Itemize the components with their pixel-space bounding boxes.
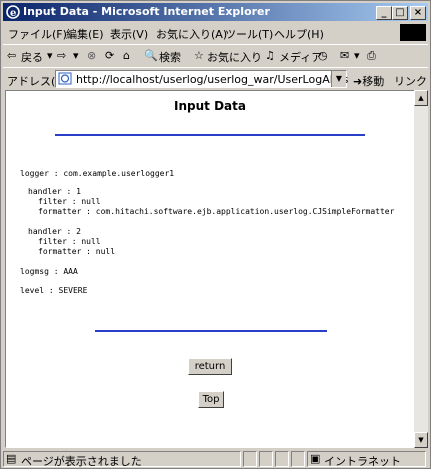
handler-1-filter-line: filter : null — [38, 197, 101, 206]
handler-2-formatter-line: formatter : null — [38, 247, 116, 256]
handler-2-line: handler : 2 — [28, 227, 81, 236]
return-button[interactable]: return — [188, 358, 232, 375]
handler-2-filter-line: filter : null — [38, 237, 101, 246]
toolbar: ⇦ 戻る ▾ ⇨ ▾ ⊗ ⟳ ⌂ 🔍 検索 ☆ お気に入り ♫ メディア ◷ ✉… — [3, 44, 428, 67]
address-dropdown-icon[interactable]: ▼ — [331, 71, 346, 87]
back-arrow-icon[interactable]: ⇦ — [7, 49, 16, 62]
page-content: Input Data logger : com.example.userlogg… — [5, 90, 415, 448]
status-cell-1 — [243, 451, 257, 467]
forward-icon[interactable]: ⇨ — [57, 49, 66, 62]
back-button[interactable]: 戻る — [21, 49, 43, 65]
stop-icon[interactable]: ⊗ — [87, 49, 96, 62]
back-dropdown-icon[interactable]: ▾ — [47, 49, 53, 62]
status-page-icon: ▤ — [6, 452, 17, 465]
go-label: 移動 — [362, 75, 385, 88]
scroll-up-icon[interactable]: ▲ — [414, 90, 428, 106]
menu-help[interactable]: ヘルプ(H) — [274, 26, 324, 42]
handler-1-formatter-line: formatter : com.hitachi.software.ejb.app… — [38, 207, 395, 216]
favorites-button[interactable]: お気に入り — [207, 49, 262, 65]
go-button[interactable]: ➜移動 — [353, 73, 384, 89]
go-arrow-icon: ➜ — [353, 75, 363, 88]
search-icon[interactable]: 🔍 — [144, 49, 158, 62]
svg-text:e: e — [10, 8, 16, 19]
status-bar: ▤ ページが表示されました ▣ イントラネット — [3, 450, 428, 468]
browser-window: e Input Data - Microsoft Internet Explor… — [0, 0, 431, 469]
address-url: http://localhost/userlog/userlog_war/Use… — [76, 73, 349, 86]
level-line: level : SEVERE — [20, 286, 88, 295]
mail-dropdown-icon[interactable]: ▾ — [354, 49, 360, 62]
media-icon[interactable]: ♫ — [265, 49, 275, 62]
window-title: Input Data - Microsoft Internet Explorer — [23, 5, 270, 18]
refresh-icon[interactable]: ⟳ — [105, 49, 114, 62]
logmsg-line: logmsg : AAA — [20, 267, 78, 276]
favorites-icon[interactable]: ☆ — [194, 49, 204, 62]
mail-icon[interactable]: ✉ — [340, 49, 349, 62]
close-button[interactable]: × — [410, 6, 426, 20]
menu-tools[interactable]: ツール(T) — [225, 26, 273, 42]
minimize-button[interactable]: _ — [376, 6, 392, 20]
menu-file[interactable]: ファイル(F) — [8, 26, 67, 42]
zone-text: イントラネット — [324, 455, 401, 468]
status-cell-2 — [259, 451, 273, 467]
status-cell-3 — [275, 451, 289, 467]
maximize-button[interactable]: □ — [392, 6, 408, 20]
history-icon[interactable]: ◷ — [318, 49, 328, 62]
forward-dropdown-icon[interactable]: ▾ — [73, 49, 79, 62]
bottom-divider — [95, 330, 327, 332]
ie-logo-icon: e — [6, 5, 20, 19]
top-button[interactable]: Top — [198, 391, 224, 408]
top-divider — [55, 134, 365, 136]
windows-logo-icon — [400, 24, 426, 41]
page-icon — [58, 72, 72, 85]
status-cell-4 — [291, 451, 305, 467]
address-bar: アドレス(D) http://localhost/userlog/userlog… — [3, 67, 431, 90]
menu-favorites[interactable]: お気に入り(A) — [156, 26, 227, 42]
handler-1-line: handler : 1 — [28, 187, 81, 196]
links-button[interactable]: リンク » — [394, 73, 431, 89]
vertical-scrollbar[interactable]: ▲ ▼ — [414, 90, 428, 448]
title-bar: e Input Data - Microsoft Internet Explor… — [3, 3, 428, 21]
menu-bar: ファイル(F) 編集(E) 表示(V) お気に入り(A) ツール(T) ヘルプ(… — [3, 23, 428, 42]
intranet-icon: ▣ — [310, 452, 321, 465]
status-text: ページが表示されました — [21, 455, 142, 468]
home-icon[interactable]: ⌂ — [123, 49, 130, 62]
logger-line: logger : com.example.userlogger1 — [20, 169, 175, 178]
menu-view[interactable]: 表示(V) — [110, 26, 148, 42]
media-button[interactable]: メディア — [279, 49, 322, 65]
search-button[interactable]: 検索 — [159, 49, 181, 65]
address-input[interactable]: http://localhost/userlog/userlog_war/Use… — [55, 70, 349, 88]
page-title: Input Data — [174, 99, 246, 113]
menu-edit[interactable]: 編集(E) — [66, 26, 104, 42]
scroll-down-icon[interactable]: ▼ — [414, 432, 428, 448]
print-icon[interactable]: ⎙ — [367, 49, 376, 63]
